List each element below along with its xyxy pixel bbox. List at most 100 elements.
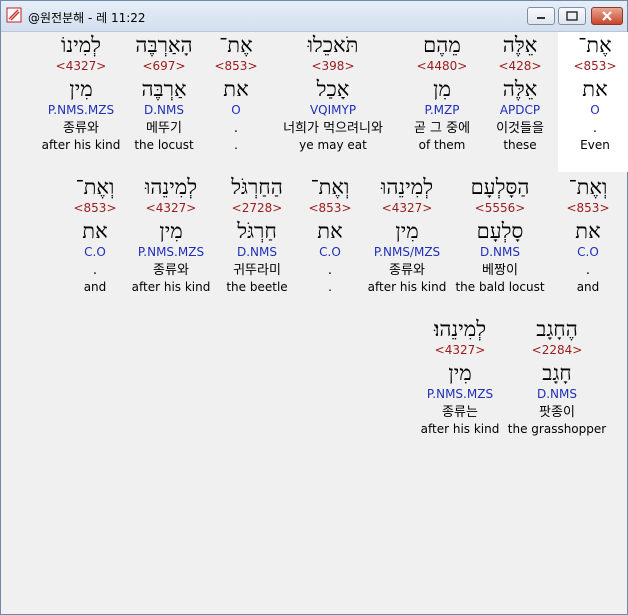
parsing-code: D.NMS xyxy=(479,245,520,259)
strong-number[interactable]: <697> xyxy=(127,58,201,75)
hebrew-word: לְמִינוֹ xyxy=(61,33,101,57)
hebrew-word: וְאֶת־ xyxy=(310,175,350,199)
hebrew-word: הָאַרְבֶּה xyxy=(135,33,193,57)
hebrew-word: וְאֶת־ xyxy=(568,175,608,199)
hebrew-word: מֵהֶם xyxy=(423,33,461,57)
word-cell[interactable]: אֵלֶּה <428> אֵלֶּה APDCP 이것들을 these xyxy=(483,32,557,153)
strong-number[interactable]: <4327> xyxy=(366,200,448,217)
hebrew-word: וְאֶת־ xyxy=(75,175,115,199)
korean-gloss: . xyxy=(585,263,591,278)
lexical-form: סָלְעָם xyxy=(476,219,524,243)
lexical-form: אַרְבֶּה xyxy=(141,77,187,101)
strong-number[interactable]: <4327> xyxy=(128,200,214,217)
korean-gloss: 종류는 xyxy=(442,405,478,420)
parsing-code: P.NMS/MZS xyxy=(373,245,441,259)
korean-gloss: 이것들을 xyxy=(496,121,544,136)
strong-number[interactable]: <853> xyxy=(63,200,127,217)
word-cell[interactable]: הֶחָגָב <2284> חָגָב D.NMS 팟종이 the grass… xyxy=(507,316,607,437)
title-bar[interactable]: @원전분해 - 레 11:22 xyxy=(1,1,627,32)
english-gloss: and xyxy=(83,280,107,294)
parsing-code: APDCP xyxy=(499,103,541,117)
lexical-form: את xyxy=(317,219,343,243)
word-cell[interactable]: הַסָּלְעָם <5556> סָלְעָם D.NMS 베짱이 the … xyxy=(453,174,547,295)
maximize-icon xyxy=(566,11,578,21)
minimize-button[interactable] xyxy=(527,7,555,25)
word-cell[interactable]: אֶת־ <853> את O . . xyxy=(201,32,271,153)
english-gloss: after his kind xyxy=(41,138,121,152)
english-gloss: the beetle xyxy=(226,280,288,294)
lexical-form: אֵלֶּה xyxy=(502,77,538,101)
strong-number[interactable]: <853> xyxy=(300,200,360,217)
hebrew-word: תֹּאכֵלוּ xyxy=(307,33,359,57)
hebrew-word: לְמִינֵהוּ xyxy=(380,175,434,199)
korean-gloss: 종류와 xyxy=(389,263,425,278)
english-gloss: of them xyxy=(418,138,466,152)
close-button[interactable] xyxy=(591,7,623,25)
strong-number[interactable]: <2728> xyxy=(219,200,295,217)
strong-number[interactable]: <4480> xyxy=(402,58,482,75)
hebrew-word: הַחַרְגֹּל xyxy=(231,175,283,199)
korean-gloss: . xyxy=(592,121,598,136)
lexical-form: את xyxy=(82,219,108,243)
english-gloss: after his kind xyxy=(131,280,211,294)
word-cell[interactable]: לְמִינֵהוּ <4327> מִין P.NMS/MZS 종류와 aft… xyxy=(366,174,448,295)
lexical-form: מִין xyxy=(448,361,472,385)
hebrew-word: הַסָּלְעָם xyxy=(470,175,530,199)
korean-gloss: . xyxy=(327,263,333,278)
korean-gloss: . xyxy=(92,263,98,278)
lexical-form: אָכַל xyxy=(316,77,350,101)
hebrew-word: אֵלֶּה xyxy=(502,33,538,57)
word-cell[interactable]: וְאֶת־ <853> את C.O . . xyxy=(300,174,360,295)
word-cell[interactable]: הָאַרְבֶּה <697> אַרְבֶּה D.NMS 메뚜기 the … xyxy=(127,32,201,153)
parsing-code: P.MZP xyxy=(424,103,460,117)
app-window: @원전분해 - 레 11:22 אֶת־ <853> את O . Even א… xyxy=(0,0,628,615)
lexical-form: מִין xyxy=(395,219,419,243)
word-cell[interactable]: אֶת־ <853> את O . Even xyxy=(558,32,628,172)
korean-gloss: 종류와 xyxy=(153,263,189,278)
lexical-form: חַרְגֹּל xyxy=(237,219,277,243)
parsing-code: C.O xyxy=(319,245,341,259)
korean-gloss: 종류와 xyxy=(63,121,99,136)
strong-number[interactable]: <853> xyxy=(201,58,271,75)
word-cell[interactable]: מֵהֶם <4480> מִן P.MZP 곧 그 중에 of them xyxy=(402,32,482,153)
korean-gloss: 메뚜기 xyxy=(146,121,182,136)
parsing-code: O xyxy=(590,103,600,117)
hebrew-word: לְמִינֵהוּ׃ xyxy=(433,317,487,341)
word-cell[interactable]: וְאֶת־ <853> את C.O . and xyxy=(63,174,127,295)
strong-number[interactable]: <853> xyxy=(558,58,628,75)
word-cell[interactable]: לְמִינֵהוּ <4327> מִין P.NMS.MZS 종류와 aft… xyxy=(128,174,214,295)
word-cell[interactable]: לְמִינֵהוּ׃ <4327> מִין P.NMS.MZS 종류는 af… xyxy=(417,316,503,437)
parsing-code: C.O xyxy=(84,245,106,259)
parsing-code: D.NMS xyxy=(536,387,577,401)
maximize-button[interactable] xyxy=(558,7,586,25)
korean-gloss: 곧 그 중에 xyxy=(413,121,471,136)
word-cell[interactable]: לְמִינוֹ <4327> מִין P.NMS.MZS 종류와 after… xyxy=(39,32,123,153)
strong-number[interactable]: <5556> xyxy=(453,200,547,217)
english-gloss: these xyxy=(503,138,537,152)
strong-number[interactable]: <853> xyxy=(551,200,625,217)
word-cell[interactable]: תֹּאכֵלוּ <398> אָכַל VQIMYP 너희가 먹으려니와 y… xyxy=(266,32,400,153)
strong-number[interactable]: <428> xyxy=(483,58,557,75)
strong-number[interactable]: <4327> xyxy=(39,58,123,75)
english-gloss: the locust xyxy=(134,138,194,152)
lexical-form: מִין xyxy=(159,219,183,243)
parsing-code: VQIMYP xyxy=(309,103,357,117)
strong-number[interactable]: <2284> xyxy=(507,342,607,359)
app-icon[interactable] xyxy=(6,7,22,23)
parsing-code: C.O xyxy=(577,245,599,259)
strong-number[interactable]: <398> xyxy=(266,58,400,75)
strong-number[interactable]: <4327> xyxy=(417,342,503,359)
word-cell[interactable]: הַחַרְגֹּל <2728> חַרְגֹּל D.NMS 귀뚜라미 th… xyxy=(219,174,295,295)
parsing-code: P.NMS.MZS xyxy=(426,387,494,401)
hebrew-word: אֶת־ xyxy=(578,33,612,57)
parsing-code: D.NMS xyxy=(143,103,184,117)
english-gloss: Even xyxy=(580,138,610,152)
close-icon xyxy=(602,11,612,21)
korean-gloss: 베짱이 xyxy=(482,263,518,278)
lexical-form: את xyxy=(223,77,249,101)
korean-gloss: 팟종이 xyxy=(539,405,575,420)
word-cell[interactable]: וְאֶת־ <853> את C.O . and xyxy=(551,174,625,295)
parsing-code: O xyxy=(231,103,241,117)
korean-gloss: 귀뚜라미 xyxy=(233,263,281,278)
lexical-form: מִין xyxy=(69,77,93,101)
